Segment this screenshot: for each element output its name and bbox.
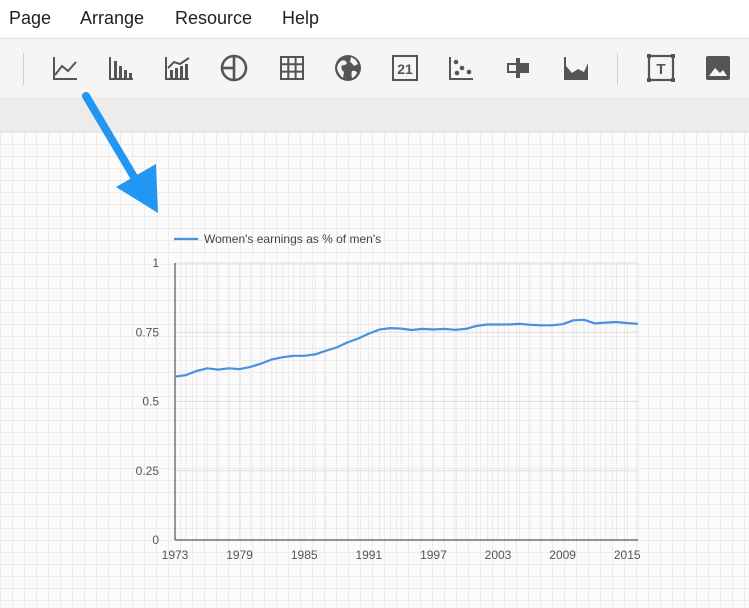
y-tick-label: 0.5 <box>142 395 159 409</box>
arrow-head <box>116 164 158 213</box>
x-tick-label: 1985 <box>291 548 318 562</box>
legend-label: Women's earnings as % of men's <box>204 232 381 246</box>
x-tick-label: 2003 <box>485 548 512 562</box>
y-tick-label: 0 <box>152 533 159 547</box>
x-tick-label: 2015 <box>614 548 641 562</box>
x-tick-label: 1997 <box>420 548 447 562</box>
series-line <box>174 318 639 378</box>
chart-ticks: 0 0.25 0.5 0.75 1 1973 1979 1985 1991 1997 2003 200… <box>136 256 641 562</box>
x-tick-label: 1991 <box>355 548 382 562</box>
y-tick-label: 1 <box>152 256 159 270</box>
x-tick-label: 2009 <box>549 548 576 562</box>
y-tick-label: 0.75 <box>136 325 160 339</box>
time-series-chart[interactable]: 0 0.25 0.5 0.75 1 1973 1979 1985 1991 1997 2003 200… <box>0 0 749 608</box>
x-tick-label: 1973 <box>162 548 189 562</box>
chart-legend: Women's earnings as % of men's <box>174 232 381 246</box>
annotation-arrow <box>82 92 158 213</box>
chart-grid <box>174 262 639 541</box>
y-tick-label: 0.25 <box>136 464 160 478</box>
x-tick-label: 1979 <box>226 548 253 562</box>
arrow-shaft <box>82 92 141 186</box>
